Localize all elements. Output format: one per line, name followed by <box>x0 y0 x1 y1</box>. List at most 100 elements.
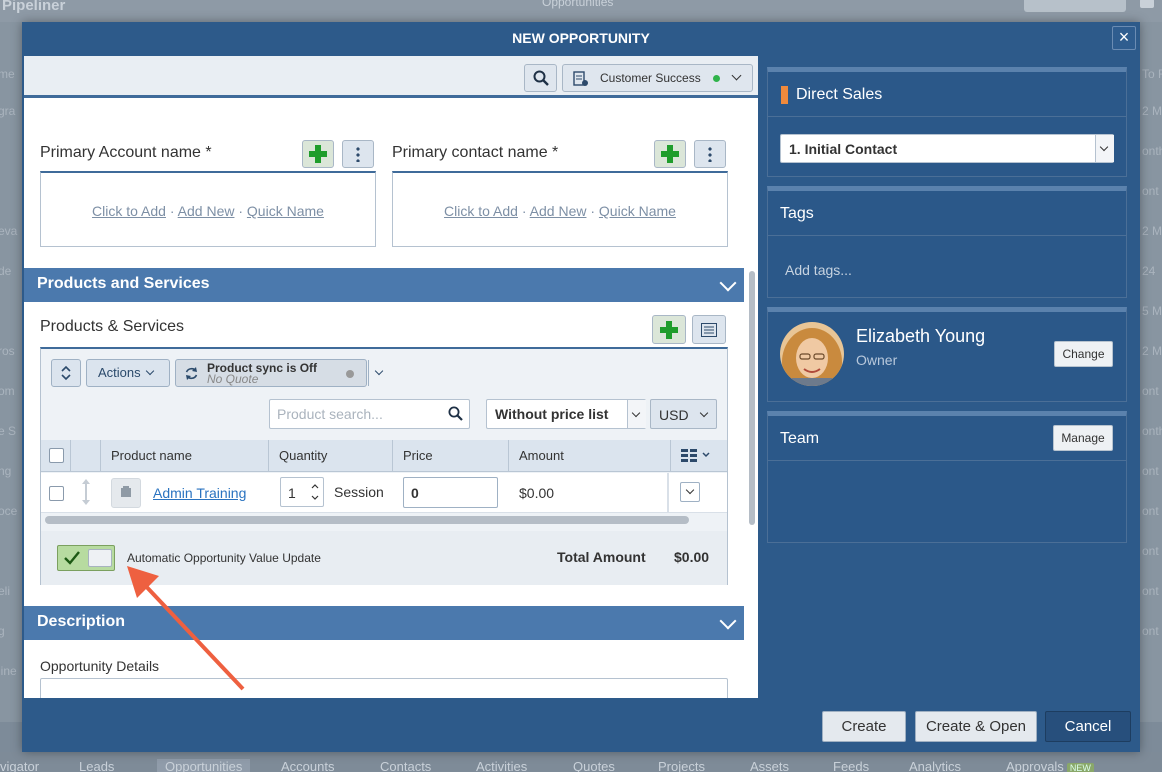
stepper-arrows-icon[interactable] <box>311 483 319 501</box>
col-amount[interactable]: Amount <box>509 440 671 472</box>
product-search-input[interactable]: Product search... <box>269 399 470 429</box>
auto-update-toggle[interactable] <box>57 545 115 571</box>
cancel-button[interactable]: Cancel <box>1045 711 1131 742</box>
manage-team-button[interactable]: Manage <box>1053 425 1113 451</box>
background-fragment: ont <box>1142 184 1159 198</box>
form-template-select[interactable]: Customer Success <box>562 64 753 92</box>
plus-icon <box>309 145 327 163</box>
primary-account-box[interactable]: Click to Add · Add New · Quick Name <box>40 171 376 247</box>
bottom-nav-tab[interactable]: Accounts <box>281 759 334 772</box>
bottom-nav-tab[interactable]: Analytics <box>909 759 961 772</box>
currency-select[interactable]: USD <box>650 399 717 429</box>
bell-icon[interactable] <box>1140 0 1154 8</box>
form-template-label: Customer Success <box>600 71 701 85</box>
background-fragment: onth <box>1142 424 1162 438</box>
background-fragment: eva <box>0 224 18 238</box>
bottom-nav-tab[interactable]: vigator <box>0 759 39 772</box>
primary-contact-box[interactable]: Click to Add · Add New · Quick Name <box>392 171 728 247</box>
bottom-nav-tab[interactable]: Contacts <box>380 759 431 772</box>
background-fragment: om <box>0 384 15 398</box>
horizontal-scrollbar[interactable] <box>45 516 689 524</box>
quick-name-link[interactable]: Quick Name <box>599 203 676 219</box>
background-fragment: 2 M <box>1142 104 1162 118</box>
check-icon <box>64 551 80 565</box>
tags-input[interactable]: Add tags... <box>785 262 852 278</box>
form-template-icon <box>573 71 588 86</box>
bottom-nav-tab[interactable]: Activities <box>476 759 527 772</box>
bottom-nav-tab[interactable]: Leads <box>79 759 114 772</box>
background-fragment: onth <box>1142 144 1162 158</box>
chevron-down-icon <box>145 366 155 376</box>
description-section-title: Description <box>37 613 126 630</box>
add-new-link[interactable]: Add New <box>530 203 587 219</box>
select-all-checkbox[interactable] <box>49 448 64 463</box>
table-row[interactable]: Admin Training 1 Session 0 $0.00 <box>41 473 727 513</box>
pipeline-flag-icon <box>781 86 788 104</box>
background-fragment: ont <box>1142 544 1159 558</box>
bottom-nav-tab[interactable]: Projects <box>658 759 705 772</box>
team-title: Team <box>780 430 820 447</box>
background-fragment: 2 M <box>1142 224 1162 238</box>
row-checkbox[interactable] <box>49 486 64 501</box>
bottom-nav-tab[interactable]: Opportunities <box>157 759 251 772</box>
sync-status-subtitle: No Quote <box>207 372 259 386</box>
col-price[interactable]: Price <box>393 440 509 472</box>
add-account-button[interactable] <box>302 140 334 168</box>
create-button[interactable]: Create <box>822 711 906 742</box>
col-product-name[interactable]: Product name <box>101 440 269 472</box>
row-menu-button[interactable] <box>680 482 700 502</box>
quantity-stepper[interactable]: 1 <box>280 477 324 507</box>
contact-more-button[interactable] <box>694 140 726 168</box>
step-select[interactable]: 1. Initial Contact <box>780 134 1114 163</box>
products-section-header[interactable]: Products and Services <box>24 268 744 302</box>
app-header: Pipeliner Opportunities <box>0 0 1162 22</box>
background-fragment: de <box>0 264 12 278</box>
product-list-view-button[interactable] <box>692 315 726 344</box>
add-new-link[interactable]: Add New <box>178 203 235 219</box>
status-dot-icon <box>713 75 720 82</box>
columns-grid-icon <box>681 449 710 462</box>
click-to-add-link[interactable]: Click to Add <box>444 203 518 219</box>
add-product-button[interactable] <box>652 315 686 344</box>
product-sync-dropdown[interactable]: Product sync is Off No Quote <box>175 359 384 387</box>
more-vertical-icon <box>708 146 712 162</box>
pipeline-card: Direct Sales 1. Initial Contact <box>767 67 1127 177</box>
bottom-nav-tab[interactable]: Assets <box>750 759 789 772</box>
bottom-nav-tab[interactable]: Approvals NEW <box>1006 759 1094 772</box>
app-search-box[interactable] <box>1024 0 1126 12</box>
bottom-nav-tab[interactable]: Quotes <box>573 759 615 772</box>
quick-name-link[interactable]: Quick Name <box>247 203 324 219</box>
close-button[interactable]: × <box>1112 26 1136 50</box>
price-input[interactable]: 0 <box>403 477 498 508</box>
col-quantity[interactable]: Quantity <box>269 440 393 472</box>
background-fragment: ont <box>1142 504 1159 518</box>
chevron-down-icon <box>731 70 742 81</box>
expand-collapse-button[interactable] <box>51 359 81 387</box>
chevron-down-icon <box>685 485 695 495</box>
product-name-link[interactable]: Admin Training <box>153 485 246 501</box>
search-icon <box>448 406 463 421</box>
form-toolbar: Customer Success <box>24 56 758 98</box>
avatar <box>780 322 844 386</box>
background-fragment: ont <box>1142 464 1159 478</box>
search-button[interactable] <box>524 64 557 92</box>
create-and-open-button[interactable]: Create & Open <box>915 711 1037 742</box>
column-settings-button[interactable] <box>671 440 727 472</box>
click-to-add-link[interactable]: Click to Add <box>92 203 166 219</box>
change-owner-button[interactable]: Change <box>1054 341 1113 367</box>
price-list-select[interactable]: Without price list <box>486 399 646 429</box>
actions-dropdown[interactable]: Actions <box>86 359 170 387</box>
account-more-button[interactable] <box>342 140 374 168</box>
toggle-knob <box>88 549 112 567</box>
bottom-nav-tab[interactable]: Feeds <box>833 759 869 772</box>
owner-name: Elizabeth Young <box>856 326 986 346</box>
vertical-scrollbar[interactable] <box>749 271 755 525</box>
drag-handle-icon[interactable] <box>81 479 91 505</box>
contact-add-links: Click to Add · Add New · Quick Name <box>444 203 676 219</box>
new-opportunity-dialog: NEW OPPORTUNITY × Customer Success Prima… <box>22 22 1140 752</box>
products-grid: Actions Product sync is Off No Quote Pro… <box>40 347 728 585</box>
background-fragment: eli <box>0 584 11 598</box>
app-page-title: Opportunities <box>542 0 614 9</box>
add-contact-button[interactable] <box>654 140 686 168</box>
products-section-title: Products and Services <box>37 275 210 292</box>
